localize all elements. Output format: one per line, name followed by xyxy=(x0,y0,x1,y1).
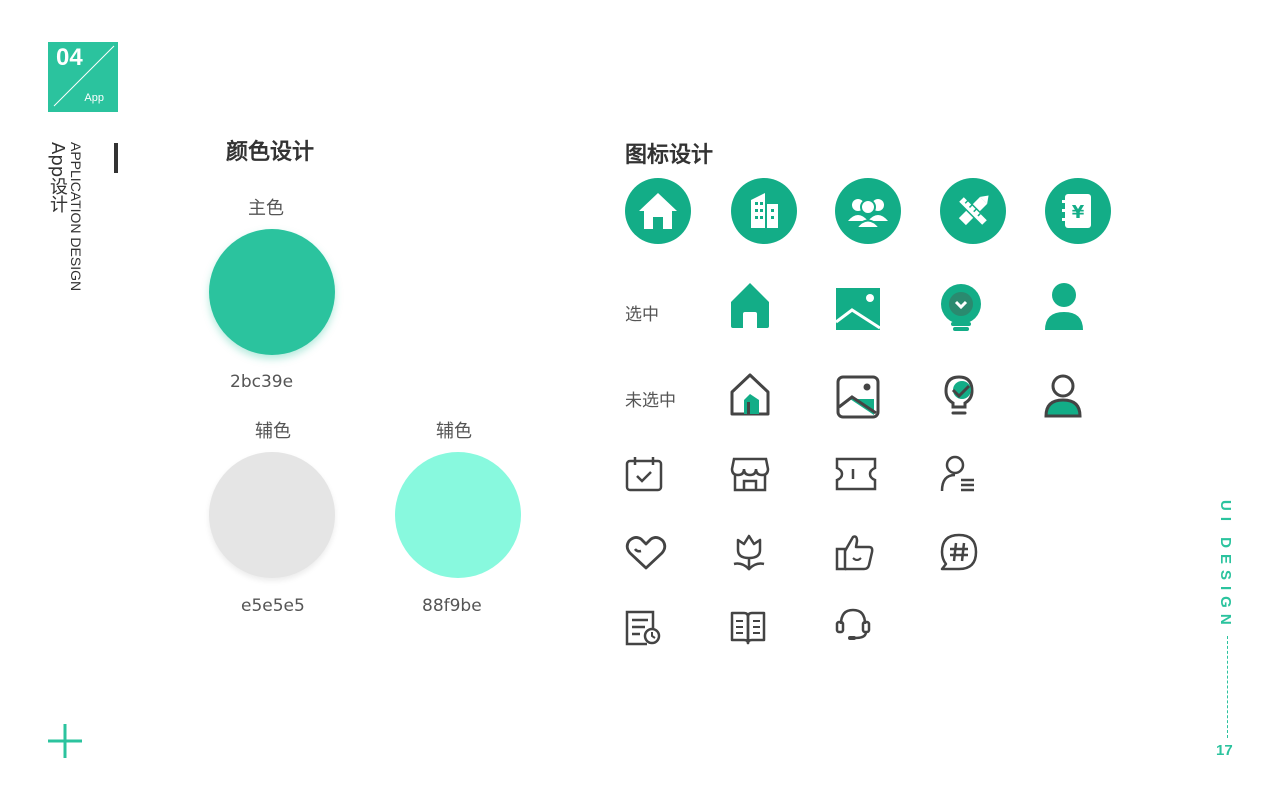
secondary-color-hex-2: 88f9be xyxy=(422,596,482,616)
section-number: 04 xyxy=(56,44,83,71)
unselected-label: 未选中 xyxy=(625,391,676,411)
secondary-color-swatch-1 xyxy=(209,452,335,578)
image-icon xyxy=(836,375,880,419)
primary-color-hex: 2bc39e xyxy=(230,372,294,392)
ticket-icon xyxy=(835,457,877,491)
svg-text:¥: ¥ xyxy=(1072,202,1085,223)
section-sub: App xyxy=(84,92,104,104)
user-icon xyxy=(1045,283,1083,330)
book-icon xyxy=(730,611,766,645)
users-icon xyxy=(835,178,901,244)
section-marker xyxy=(114,143,118,173)
page-number: 17 xyxy=(1216,742,1233,759)
home-icon xyxy=(625,178,691,244)
user-icon xyxy=(1044,374,1082,418)
store-icon xyxy=(730,457,770,492)
home-icon xyxy=(730,373,770,416)
brand-vertical: UI DESIGN xyxy=(1217,500,1234,631)
side-title-en: APPLICATION DESIGN xyxy=(68,142,84,292)
color-design-title: 颜色设计 xyxy=(226,140,315,165)
thumbs-up-icon xyxy=(835,535,874,571)
hashtag-chat-icon xyxy=(940,533,978,571)
image-icon xyxy=(836,288,880,330)
buildings-icon xyxy=(731,178,797,244)
secondary-color-swatch-2 xyxy=(395,452,521,578)
lightbulb-icon xyxy=(944,375,974,415)
secondary-color-label-2: 辅色 xyxy=(436,421,472,442)
heart-icon xyxy=(625,536,667,570)
secondary-color-hex-1: e5e5e5 xyxy=(241,596,305,616)
lightbulb-icon xyxy=(941,284,981,331)
primary-color-label: 主色 xyxy=(248,198,284,219)
side-title-cn: App设计 xyxy=(47,142,68,214)
calendar-check-icon xyxy=(625,457,663,492)
home-icon xyxy=(731,283,769,328)
section-badge: 04 App xyxy=(48,42,118,112)
yuan-notebook-icon: ¥ xyxy=(1045,178,1111,244)
document-clock-icon xyxy=(625,610,661,646)
primary-color-swatch xyxy=(209,229,335,355)
brand-divider xyxy=(1227,636,1228,738)
plus-icon xyxy=(48,724,82,758)
selected-label: 选中 xyxy=(625,305,659,325)
headset-icon xyxy=(835,608,871,640)
pencil-ruler-icon xyxy=(940,178,1006,244)
user-list-icon xyxy=(940,455,974,492)
tulip-icon xyxy=(733,534,765,571)
icon-design-title: 图标设计 xyxy=(625,143,714,168)
secondary-color-label-1: 辅色 xyxy=(255,421,291,442)
